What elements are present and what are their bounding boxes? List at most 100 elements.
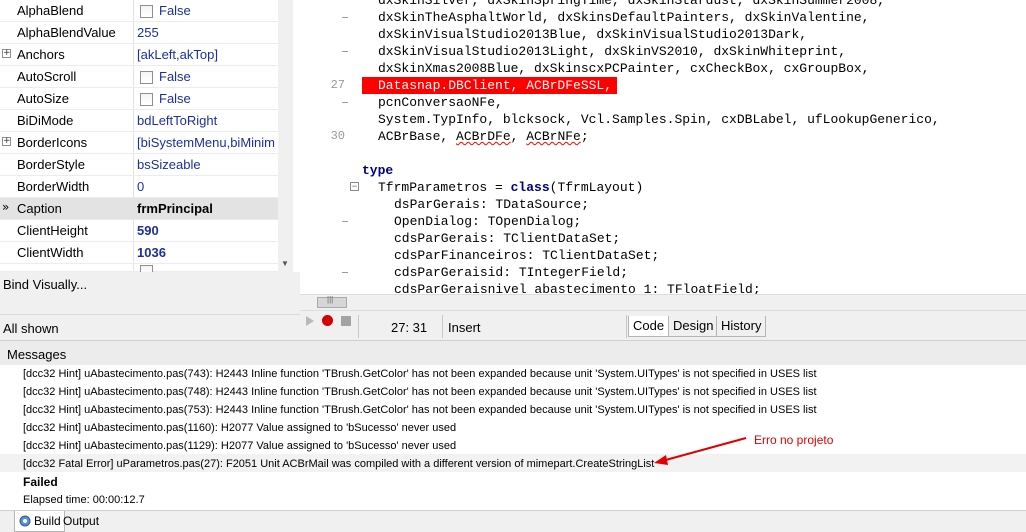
property-value[interactable]: [biSystemMenu,biMinim bbox=[137, 135, 278, 150]
property-name: AutoScroll bbox=[17, 69, 77, 84]
property-name: BorderStyle bbox=[17, 157, 85, 172]
bind-visually-link[interactable]: Bind Visually... bbox=[3, 277, 87, 292]
property-row-bidimode[interactable]: BiDiMode bdLeftToRight bbox=[0, 110, 278, 132]
tab-output[interactable]: Output bbox=[60, 511, 102, 532]
code-text: ; bbox=[580, 129, 589, 144]
property-row-borderwidth[interactable]: BorderWidth 0 bbox=[0, 176, 278, 198]
tab-design[interactable]: Design bbox=[668, 316, 719, 337]
editor-gutter[interactable] bbox=[300, 0, 362, 294]
property-row-anchors[interactable]: + Anchors [akLeft,akTop] bbox=[0, 44, 278, 66]
property-row-clientheight[interactable]: ClientHeight 590 bbox=[0, 220, 278, 242]
code-text: dxSkinVisualStudio2013Light, dxSkinVS201… bbox=[378, 44, 847, 59]
code-line: cdsParGeraisid: TIntegerField; bbox=[362, 264, 1026, 281]
message-item[interactable]: [dcc32 Hint] uAbastecimento.pas(1160): H… bbox=[23, 419, 456, 437]
message-item-fatal-error[interactable]: [dcc32 Fatal Error] uParametros.pas(27):… bbox=[23, 455, 654, 473]
stop-macro-icon[interactable] bbox=[341, 316, 351, 326]
code-editor[interactable]: dxSkinSilver, dxSkinSpringTime, dxSkinSt… bbox=[362, 0, 1026, 294]
property-value[interactable]: [akLeft,akTop] bbox=[137, 47, 278, 62]
tab-build[interactable]: Build bbox=[14, 511, 65, 532]
status-separator bbox=[358, 315, 359, 338]
editor-horizontal-scrollbar[interactable] bbox=[300, 294, 1026, 310]
code-line: dxSkinTheAsphaltWorld, dxSkinsDefaultPai… bbox=[362, 9, 1026, 26]
status-separator bbox=[626, 315, 627, 338]
code-text: dsParGerais: TDataSource; bbox=[394, 197, 590, 212]
code-line: OpenDialog: TOpenDialog; bbox=[362, 213, 1026, 230]
property-value[interactable]: 1036 bbox=[137, 245, 278, 260]
property-name: Anchors bbox=[17, 47, 65, 62]
property-value[interactable]: frmPrincipal bbox=[137, 201, 278, 216]
alphablend-checkbox[interactable] bbox=[140, 5, 153, 18]
error-squiggle-text: ACBrNFe bbox=[526, 129, 581, 144]
property-row-borderstyle[interactable]: BorderStyle bsSizeable bbox=[0, 154, 278, 176]
property-name: AlphaBlend bbox=[17, 3, 84, 18]
code-line: dxSkinXmas2008Blue, dxSkinscxPCPainter, … bbox=[362, 60, 1026, 77]
code-text: dxSkinTheAsphaltWorld, dxSkinsDefaultPai… bbox=[378, 10, 870, 25]
property-row-bordericons[interactable]: + BorderIcons [biSystemMenu,biMinim bbox=[0, 132, 278, 154]
cursor-position: 27: 31 bbox=[391, 320, 428, 335]
message-item[interactable]: [dcc32 Hint] uAbastecimento.pas(748): H2… bbox=[23, 383, 817, 401]
bind-visually-panel: Bind Visually... bbox=[0, 272, 300, 314]
property-value: False bbox=[159, 3, 191, 18]
gutter-line-mark bbox=[342, 221, 348, 222]
elapsed-time: Elapsed time: 00:00:12.7 bbox=[23, 494, 145, 506]
code-line: cdsParGerais: TClientDataSet; bbox=[362, 230, 1026, 247]
gutter-line-mark bbox=[342, 17, 348, 18]
inspector-scrollbar[interactable]: ▼ bbox=[278, 0, 293, 272]
property-value[interactable]: bdLeftToRight bbox=[137, 113, 278, 128]
code-text: OpenDialog: TOpenDialog; bbox=[394, 214, 582, 229]
property-name: Caption bbox=[17, 201, 62, 216]
error-squiggle-text: ACBrDFe bbox=[456, 129, 511, 144]
code-line: dxSkinVisualStudio2013Light, dxSkinVS201… bbox=[362, 43, 1026, 60]
scroll-down-arrow-icon[interactable]: ▼ bbox=[281, 259, 289, 268]
expand-plus-icon[interactable]: + bbox=[2, 137, 11, 146]
autosize-checkbox[interactable] bbox=[140, 93, 153, 106]
bottom-tab-bar: Build Output bbox=[0, 510, 1026, 532]
gutter-line-mark bbox=[342, 102, 348, 103]
property-row-alphablendvalue[interactable]: AlphaBlendValue 255 bbox=[0, 22, 278, 44]
property-row-autoscroll[interactable]: AutoScroll False bbox=[0, 66, 278, 88]
code-text: , bbox=[510, 129, 527, 144]
expand-plus-icon[interactable]: + bbox=[2, 49, 11, 58]
property-row-caption[interactable]: » Caption frmPrincipal bbox=[0, 198, 278, 220]
scrollbar-thumb[interactable] bbox=[317, 295, 347, 308]
tab-code[interactable]: Code bbox=[628, 316, 670, 337]
tab-output-label: Output bbox=[63, 514, 100, 528]
code-text: cdsParGeraisnivel_abastecimento_1: TFloa… bbox=[394, 282, 761, 294]
messages-panel: Messages [dcc32 Hint] uAbastecimento.pas… bbox=[0, 340, 1026, 510]
code-line: pcnConversaoNFe, bbox=[362, 94, 1026, 111]
code-line: type bbox=[362, 162, 1026, 179]
property-row-autosize[interactable]: AutoSize False bbox=[0, 88, 278, 110]
message-item[interactable]: [dcc32 Hint] uAbastecimento.pas(1129): H… bbox=[23, 437, 456, 455]
property-name: ClientHeight bbox=[17, 223, 88, 238]
code-line: ACBrBase, ACBrDFe, ACBrNFe; bbox=[362, 128, 1026, 145]
insert-mode-indicator: Insert bbox=[448, 320, 481, 335]
status-separator bbox=[442, 315, 443, 338]
code-text: cdsParFinanceiros: TClientDataSet; bbox=[394, 248, 660, 263]
message-item[interactable]: [dcc32 Hint] uAbastecimento.pas(753): H2… bbox=[23, 401, 817, 419]
property-value[interactable]: 590 bbox=[137, 223, 278, 238]
record-macro-icon[interactable] bbox=[322, 315, 333, 326]
property-name: BorderWidth bbox=[17, 179, 90, 194]
property-value[interactable]: 0 bbox=[137, 179, 278, 194]
code-text: cdsParGerais: TClientDataSet; bbox=[394, 231, 621, 246]
code-text: pcnConversaoNFe, bbox=[378, 95, 503, 110]
code-text: cdsParGeraisid: TIntegerField; bbox=[394, 265, 629, 280]
code-text: Datasnap.DBClient, ACBrDFeSSL, bbox=[378, 78, 613, 93]
fold-collapse-icon[interactable]: − bbox=[350, 182, 359, 191]
tab-history[interactable]: History bbox=[716, 316, 767, 337]
messages-header: Messages bbox=[0, 341, 1026, 365]
gutter-line-mark bbox=[342, 51, 348, 52]
line-number: 27 bbox=[330, 78, 345, 92]
code-text: ACBrBase, bbox=[378, 129, 457, 144]
error-highlight-line: Datasnap.DBClient, ACBrDFeSSL, bbox=[362, 77, 617, 94]
message-item[interactable]: [dcc32 Hint] uAbastecimento.pas(743): H2… bbox=[23, 365, 817, 383]
play-macro-icon[interactable] bbox=[306, 316, 314, 326]
code-line: dsParGerais: TDataSource; bbox=[362, 196, 1026, 213]
property-value[interactable]: bsSizeable bbox=[137, 157, 278, 172]
property-value: False bbox=[159, 69, 191, 84]
property-row-clientwidth[interactable]: ClientWidth 1036 bbox=[0, 242, 278, 264]
autoscroll-checkbox[interactable] bbox=[140, 71, 153, 84]
property-row-alphablend[interactable]: AlphaBlend False bbox=[0, 0, 278, 22]
property-value[interactable]: 255 bbox=[137, 25, 278, 40]
code-text: dxSkinXmas2008Blue, dxSkinscxPCPainter, … bbox=[378, 61, 870, 76]
